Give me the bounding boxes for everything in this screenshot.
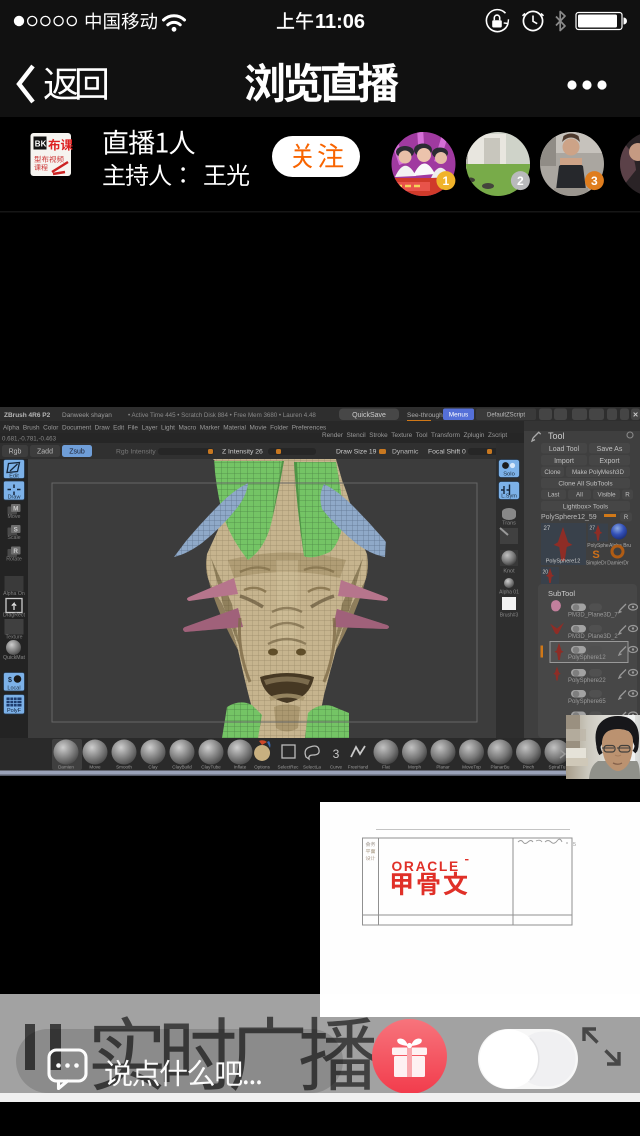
svg-text:PM3D_Plane3D_2: PM3D_Plane3D_2: [568, 634, 618, 640]
svg-text:R: R: [624, 515, 629, 521]
svg-text:PlanarBu: PlanarBu: [491, 765, 510, 770]
svg-text:Pinch: Pinch: [523, 765, 535, 770]
svg-text:ClayBuild: ClayBuild: [172, 765, 192, 770]
svg-text:1: 1: [443, 174, 450, 188]
svg-text:Edit: Edit: [9, 474, 19, 480]
svg-text:PolySphere65: PolySphere65: [568, 699, 606, 705]
svg-text:Brush#3: Brush#3: [500, 613, 519, 619]
svg-text:PolySphere12_59: PolySphere12_59: [541, 514, 597, 521]
svg-text:SpiralTu: SpiralTu: [549, 765, 566, 770]
svg-text:Inflate: Inflate: [234, 765, 247, 770]
svg-text:PolySphere22: PolySphere22: [568, 678, 606, 684]
svg-text:Tool: Tool: [548, 431, 565, 441]
svg-text:2: 2: [517, 174, 524, 188]
svg-text:0.681,-0.781,-0.463: 0.681,-0.781,-0.463: [2, 436, 57, 443]
svg-text:Options: Options: [254, 765, 271, 770]
svg-text:PolySphere12: PolySphere12: [546, 559, 581, 565]
svg-text:SubTool: SubTool: [548, 589, 575, 598]
svg-text:3: 3: [591, 174, 598, 188]
svg-text:Draw Size 19: Draw Size 19: [336, 449, 377, 456]
svg-text:• Active Time 445 • Scratch Di: • Active Time 445 • Scratch Disk 884 • F…: [128, 412, 316, 419]
svg-text:Lightbox> Tools: Lightbox> Tools: [563, 503, 609, 510]
svg-text:27: 27: [590, 526, 596, 532]
svg-text:Zadd: Zadd: [37, 449, 53, 456]
svg-text:Dynamic: Dynamic: [392, 449, 419, 456]
svg-text:Local: Local: [7, 685, 20, 691]
svg-text:Export: Export: [599, 458, 619, 465]
svg-text:R: R: [625, 492, 630, 499]
svg-text:Last: Last: [548, 492, 560, 499]
svg-text:DamierDr: DamierDr: [607, 561, 629, 567]
svg-text:✕: ✕: [633, 412, 639, 419]
svg-text:FreeHand: FreeHand: [348, 765, 369, 770]
svg-text:Rotate: Rotate: [6, 557, 22, 563]
svg-text:Clone All SubTools: Clone All SubTools: [558, 481, 613, 488]
svg-text:S: S: [14, 526, 18, 533]
svg-text:DragRect: DragRect: [3, 612, 25, 618]
svg-text:Damien: Damien: [58, 765, 74, 770]
svg-text:S: S: [592, 549, 599, 561]
svg-text:SimpleDr: SimpleDr: [586, 561, 607, 567]
svg-text:BK: BK: [35, 140, 47, 149]
svg-text:Focal Shift 0: Focal Shift 0: [428, 449, 466, 456]
svg-text:Knot: Knot: [503, 569, 515, 575]
svg-text:Move: Move: [89, 765, 101, 770]
svg-text:Menus: Menus: [449, 412, 469, 419]
svg-text:Visible: Visible: [597, 492, 616, 499]
svg-text:Import: Import: [554, 458, 574, 465]
svg-text:$: $: [8, 677, 12, 684]
svg-text:Smooth: Smooth: [116, 765, 132, 770]
svg-text:20: 20: [543, 570, 549, 576]
svg-text:Morph: Morph: [408, 765, 421, 770]
svg-text:Scale: Scale: [7, 535, 20, 541]
svg-text:Make PolyMesh3D: Make PolyMesh3D: [572, 469, 624, 476]
svg-text:Load Tool: Load Tool: [549, 446, 580, 453]
svg-text:MoveTop: MoveTop: [462, 765, 481, 770]
svg-text:ORACLE: ORACLE: [392, 859, 460, 874]
svg-text:Curve: Curve: [330, 765, 343, 770]
svg-text:Save As: Save As: [597, 446, 623, 453]
svg-text:Zsub: Zsub: [69, 449, 85, 456]
svg-text:PolyF: PolyF: [7, 708, 22, 714]
svg-text:Flat: Flat: [382, 765, 390, 770]
svg-text:Rgb: Rgb: [9, 449, 22, 456]
svg-text:QuickSave: QuickSave: [352, 412, 386, 419]
svg-text:R: R: [13, 548, 18, 555]
svg-text:Trans: Trans: [502, 521, 516, 527]
svg-text:Planar: Planar: [436, 765, 450, 770]
svg-text:ClayTube: ClayTube: [201, 765, 221, 770]
svg-text:DefaultZScript: DefaultZScript: [487, 412, 525, 418]
svg-text:ZBrush 4R6 P2: ZBrush 4R6 P2: [4, 412, 51, 419]
svg-text:L.Sym: L.Sym: [501, 494, 517, 500]
svg-text:Clone: Clone: [544, 469, 561, 476]
svg-text:3: 3: [333, 747, 340, 761]
svg-text:Rgb Intensity: Rgb Intensity: [116, 449, 156, 456]
svg-text:Move: Move: [8, 514, 21, 520]
svg-text:M: M: [13, 505, 18, 512]
svg-text:SelectRec: SelectRec: [278, 765, 300, 770]
svg-text:QuickMat: QuickMat: [3, 655, 25, 661]
svg-text:Danweek shayan: Danweek shayan: [62, 412, 112, 419]
svg-text:PolySphere12: PolySphere12: [568, 655, 606, 661]
svg-text:SelectLa: SelectLa: [303, 765, 321, 770]
svg-text:See-through 0: See-through 0: [407, 412, 449, 419]
svg-text:Draw: Draw: [8, 495, 21, 501]
svg-text:27: 27: [544, 526, 551, 532]
svg-text:All: All: [576, 492, 583, 499]
svg-text:5: 5: [573, 842, 576, 848]
svg-text:Alpha On: Alpha On: [3, 591, 25, 597]
svg-text:Z Intensity 26: Z Intensity 26: [222, 449, 263, 456]
svg-text:Solo: Solo: [503, 472, 515, 478]
svg-text:11:06: 11:06: [315, 11, 365, 33]
svg-text:Texture: Texture: [5, 634, 22, 640]
svg-text:Alpha Brush Color Document: Alpha Brush Color Document Draw Edit Fil…: [3, 425, 326, 432]
svg-text:Render Stencil Stroke Textu: Render Stencil Stroke Texture Tool Trans…: [322, 432, 507, 439]
svg-text:PM3D_Plane3D_7: PM3D_Plane3D_7: [568, 613, 618, 619]
svg-text:Alpha 01: Alpha 01: [499, 590, 519, 596]
svg-text:Clay: Clay: [148, 765, 158, 770]
